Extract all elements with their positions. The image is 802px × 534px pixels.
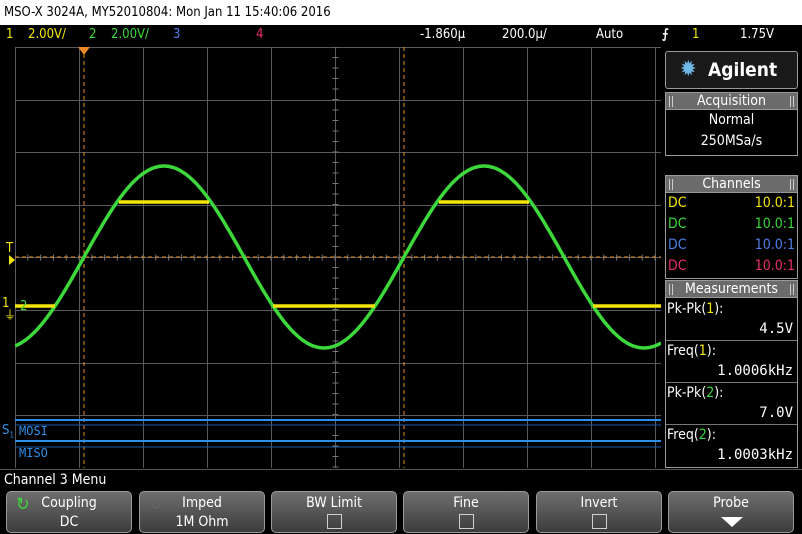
ch3-number[interactable]: 3 [173, 25, 180, 45]
channel-row-2[interactable]: DC 10.0:1 [668, 214, 795, 235]
channel-coupling: DC [668, 258, 687, 274]
serial-bus-sub: 1 [9, 430, 15, 440]
trigger-source[interactable]: 1 [692, 25, 699, 45]
channel-coupling: DC [668, 237, 687, 253]
checkbox-icon[interactable] [592, 514, 607, 529]
channels-header[interactable]: Channels [665, 175, 798, 193]
measurement-value: 1.0006kHz [717, 363, 793, 379]
trigger-arrow-icon [9, 255, 15, 265]
ground-icon: ⏚ [4, 308, 17, 322]
measurement-value: 4.5V [759, 321, 793, 337]
measurement-item[interactable]: Pk-Pk(1): 4.5V [666, 298, 797, 340]
trigger-level-marker[interactable]: T [6, 242, 13, 255]
trigger-mode[interactable]: Auto [596, 25, 623, 45]
bw-limit-softkey[interactable]: BW Limit [271, 491, 397, 533]
agilent-logo: ✹ Agilent [665, 51, 798, 89]
trigger-level[interactable]: 1.75V [740, 25, 774, 45]
grip-icon [669, 284, 673, 295]
acquisition-title: Acquisition [697, 93, 766, 109]
grip-icon [669, 179, 673, 190]
measurement-item[interactable]: Freq(2): 1.0003kHz [666, 424, 797, 466]
acquisition-mode: Normal [708, 112, 755, 128]
measurements-body: Pk-Pk(1): 4.5V Freq(1): 1.0006kHz Pk-Pk(… [665, 298, 798, 468]
channel-probe-ratio: 10.0:1 [754, 216, 795, 232]
window-title: MSO-X 3024A, MY52010804: Mon Jan 11 15:4… [0, 0, 802, 25]
channel-probe-ratio: 10.0:1 [754, 195, 795, 211]
acquisition-header[interactable]: Acquisition [665, 92, 798, 110]
channel-coupling: DC [668, 216, 687, 232]
measurements-header[interactable]: Measurements [665, 280, 798, 298]
softkey-title: Imped [182, 495, 222, 511]
channel-probe-ratio: 10.0:1 [754, 237, 795, 253]
serial-bus-marker[interactable]: S1 [2, 424, 14, 443]
softkey-title: BW Limit [306, 495, 362, 511]
submenu-arrow-icon [721, 517, 743, 527]
waveform-display[interactable] [15, 47, 661, 468]
softkey-value: DC [59, 514, 79, 530]
measurement-value: 7.0V [759, 405, 793, 421]
coupling-softkey[interactable]: ↻ Coupling DC [6, 491, 132, 533]
softkey-value: 1M Ohm [175, 514, 229, 530]
grip-icon [790, 96, 794, 107]
ch2-number[interactable]: 2 [89, 25, 96, 45]
grip-icon [790, 284, 794, 295]
softkey-title: Probe [713, 495, 749, 511]
measurement-label: Pk-Pk(1): [667, 301, 724, 317]
channels-title: Channels [702, 176, 761, 192]
softkey-title: Coupling [41, 495, 97, 511]
measurement-label: Freq(2): [667, 427, 716, 443]
ch4-number[interactable]: 4 [256, 25, 263, 45]
softkey-bar: ↻ Coupling DC ↻ Imped 1M Ohm BW Limit Fi… [0, 490, 802, 534]
softkey-title: Invert [580, 495, 618, 511]
acquisition-body: Normal 250MSa/s [665, 110, 798, 156]
probe-softkey[interactable]: Probe [668, 491, 794, 533]
fine-softkey[interactable]: Fine [403, 491, 529, 533]
channel-coupling: DC [668, 195, 687, 211]
brand-name: Agilent [708, 59, 778, 81]
side-panel: ✹ Agilent Acquisition Normal 250MSa/s Ch… [661, 47, 802, 468]
time-offset[interactable]: -1.860µ [420, 25, 465, 45]
measurements-title: Measurements [684, 281, 778, 297]
measurement-item[interactable]: Pk-Pk(2): 7.0V [666, 382, 797, 424]
ch2-scale[interactable]: 2.00V/ [111, 25, 149, 45]
measurement-label: Pk-Pk(2): [667, 385, 724, 401]
trigger-edge-icon: ⨍ [662, 27, 669, 42]
channel-probe-ratio: 10.0:1 [754, 258, 795, 274]
channels-body: DC 10.0:1 DC 10.0:1 DC 10.0:1 DC 10.0:1 [665, 193, 798, 279]
channel-row-4[interactable]: DC 10.0:1 [668, 256, 795, 277]
ch1-scale[interactable]: 2.00V/ [28, 25, 66, 45]
ch1-number[interactable]: 1 [6, 25, 13, 45]
checkbox-icon[interactable] [327, 514, 342, 529]
grip-icon [790, 179, 794, 190]
invert-softkey[interactable]: Invert [536, 491, 662, 533]
mosi-label: MOSI [19, 424, 48, 438]
miso-label: MISO [19, 446, 48, 460]
channel-row-3[interactable]: DC 10.0:1 [668, 235, 795, 256]
time-scale[interactable]: 200.0µ/ [502, 25, 547, 45]
softkey-title: Fine [453, 495, 479, 511]
measurement-value: 1.0003kHz [717, 447, 793, 463]
measurement-item[interactable]: Freq(1): 1.0006kHz [666, 340, 797, 382]
sample-rate: 250MSa/s [700, 133, 763, 149]
imped-softkey[interactable]: ↻ Imped 1M Ohm [139, 491, 265, 533]
measurement-label: Freq(1): [667, 343, 716, 359]
status-bar: 1 2.00V/ 2 2.00V/ 3 4 -1.860µ 200.0µ/ Au… [0, 25, 802, 45]
checkbox-icon[interactable] [459, 514, 474, 529]
agilent-spark-icon: ✹ [680, 57, 697, 82]
ch2-ground-marker[interactable]: 2 [20, 300, 27, 313]
grip-icon [669, 96, 673, 107]
channel-row-1[interactable]: DC 10.0:1 [668, 193, 795, 214]
menu-title: Channel 3 Menu [0, 469, 802, 490]
